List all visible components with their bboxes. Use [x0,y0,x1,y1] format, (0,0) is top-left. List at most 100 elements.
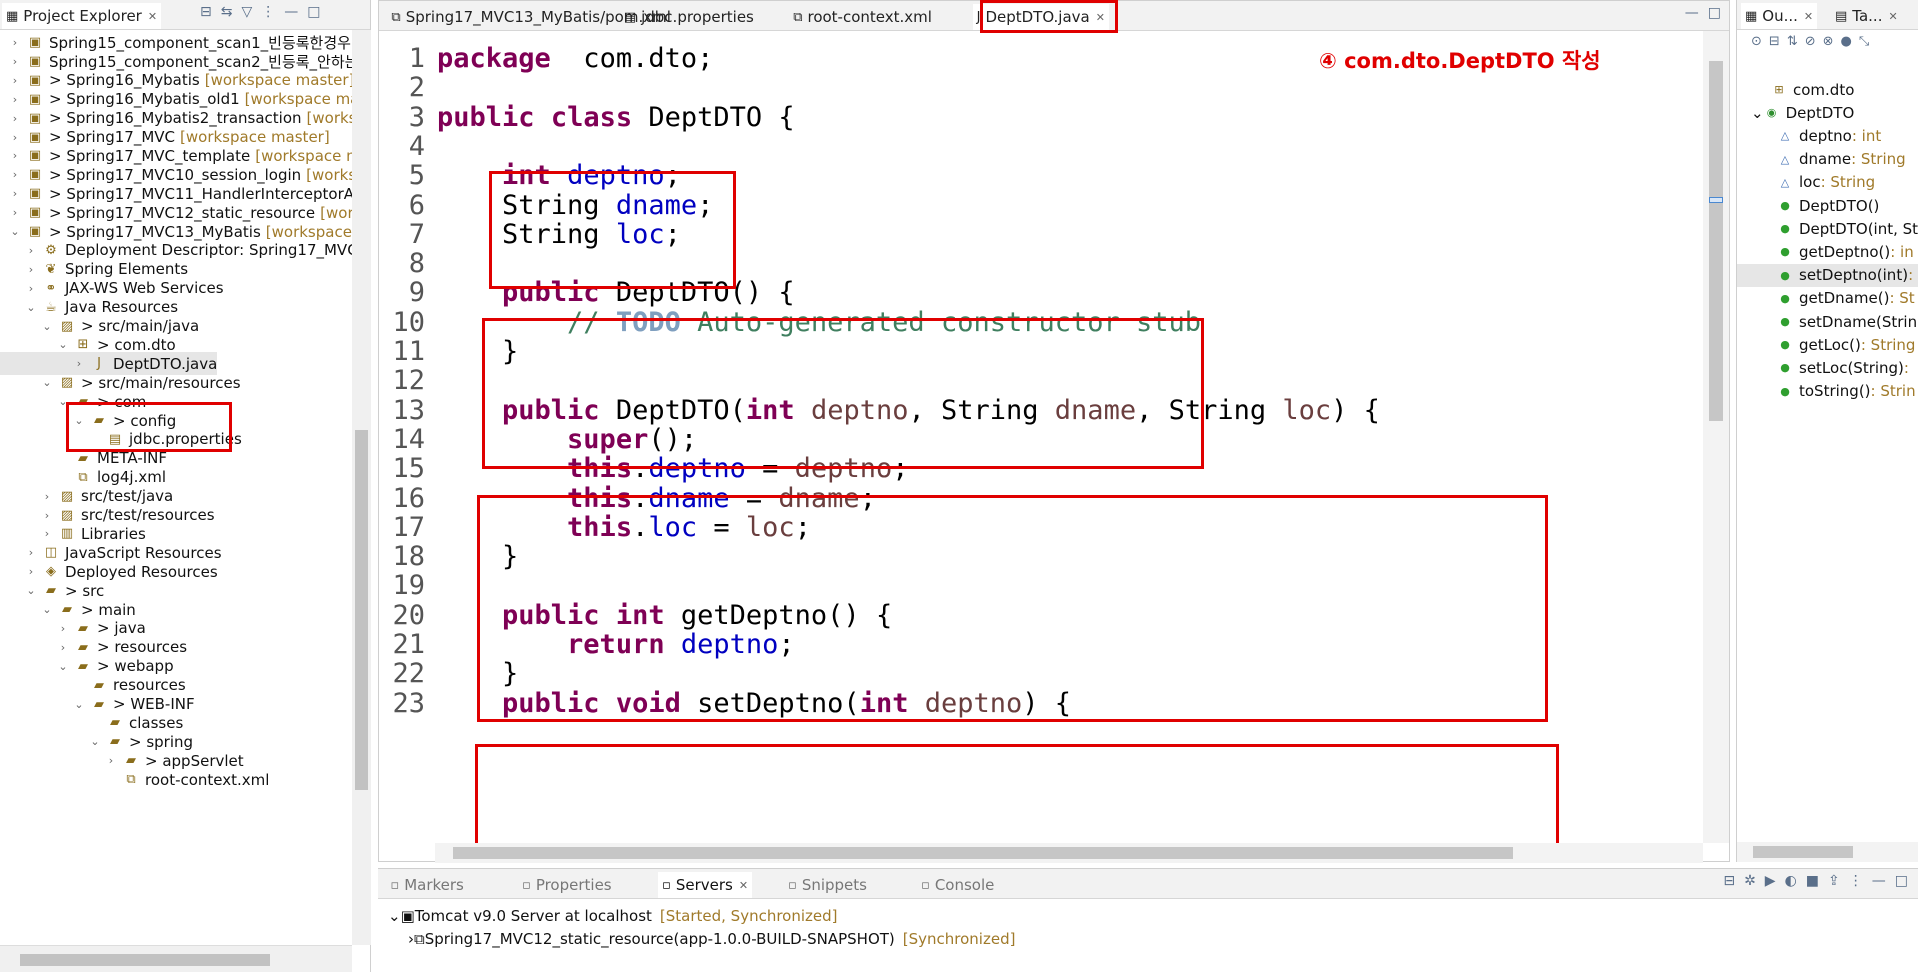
outline-item[interactable]: △ dname : String [1737,148,1918,171]
outline-item[interactable]: ⌄ ◉ DeptDTO [1737,101,1918,124]
link-editor-icon[interactable]: ⇆ [221,4,233,20]
bottom-tab[interactable]: ▫ Servers ✕ [658,872,753,898]
outline-item[interactable]: ● toString() : Strin [1737,380,1918,403]
filter-icon[interactable]: ▽ [241,4,252,20]
overview-marker[interactable] [1709,197,1723,203]
outline-horizontal-scrollbar[interactable] [1737,842,1918,862]
expand-toggle-icon[interactable]: ⌄ [88,735,102,748]
expand-toggle-icon[interactable]: › [8,36,22,49]
start-icon[interactable]: ▶ [1765,873,1776,889]
expand-toggle-icon[interactable]: › [40,527,54,540]
code-area[interactable]: 1 2 3 4 5 6 7 8 9 10 11 12 13 14 15 16 17 18 19 20 21 22 23 pa… [379,31,1729,843]
project-explorer-tab[interactable]: ▦ Project Explorer ✕ [2,3,162,29]
server-module[interactable]: › ⧉ Spring17_MVC12_static_resource(app-1… [408,928,1015,950]
close-icon[interactable]: ✕ [148,10,157,23]
vertical-scrollbar[interactable] [352,30,371,945]
outline-item[interactable]: ⊞ com.dto [1737,78,1918,101]
maximize-icon[interactable]: □ [1895,873,1908,889]
scroll-thumb[interactable] [1709,61,1723,421]
collapse-all-icon[interactable]: ⊟ [200,4,212,20]
expand-toggle-icon[interactable]: › [8,149,22,162]
horizontal-scrollbar[interactable] [0,945,352,972]
expand-toggle-icon[interactable]: › [8,187,22,200]
expand-toggle-icon[interactable]: ⌄ [388,907,401,925]
scroll-thumb[interactable] [20,954,270,966]
close-icon[interactable]: ✕ [1888,10,1897,23]
outline-item[interactable]: △ deptno : int [1737,124,1918,147]
bottom-tab[interactable]: ▫ Console [917,872,998,898]
expand-toggle-icon[interactable]: ⌄ [24,301,38,314]
scroll-thumb[interactable] [453,847,1513,859]
scroll-thumb[interactable] [1753,846,1853,858]
view-menu-icon[interactable]: ⋮ [261,4,275,20]
expand-toggle-icon[interactable]: › [40,509,54,522]
server-item[interactable]: ⌄ ▣ Tomcat v9.0 Server at localhost [Star… [388,905,838,927]
editor-tab[interactable]: ⧉ root-context.xml [789,4,936,30]
expand-toggle-icon[interactable]: › [8,93,22,106]
expand-toggle-icon[interactable]: ⌄ [24,584,38,597]
expand-toggle-icon[interactable]: › [56,622,70,635]
hide-static-icon[interactable]: ⊗ [1823,34,1834,49]
close-icon[interactable]: ✕ [1804,10,1813,23]
close-icon[interactable]: ✕ [739,879,748,892]
bottom-tab[interactable]: ▫ Snippets [784,872,871,898]
outline-tab[interactable]: ▤ Ta... ✕ [1831,3,1902,29]
expand-toggle-icon[interactable]: › [72,357,86,370]
expand-toggle-icon[interactable]: › [8,168,22,181]
outline-item[interactable]: ● getDname() : St [1737,287,1918,310]
expand-toggle-icon[interactable]: › [8,55,22,68]
expand-toggle-icon[interactable]: ⌄ [8,225,22,238]
profile-icon[interactable]: ◐ [1785,873,1797,889]
minimize-icon[interactable]: — [284,4,298,20]
expand-toggle-icon[interactable]: › [8,206,22,219]
collapse-all-icon[interactable]: ⊟ [1769,34,1780,49]
maximize-icon[interactable]: □ [307,4,320,20]
bottom-tab[interactable]: ▫ Markers [386,872,467,898]
outline-item[interactable]: ● setDname(Strin [1737,310,1918,333]
expand-toggle-icon[interactable]: › [40,490,54,503]
expand-toggle-icon[interactable]: › [104,754,118,767]
expand-toggle-icon[interactable]: ⌄ [1751,104,1764,122]
outline-item[interactable]: ● DeptDTO() [1737,194,1918,217]
code-line[interactable]: public class DeptDTO { [437,100,795,136]
outline-item[interactable]: ● setDeptno(int) : [1737,263,1918,287]
scroll-thumb[interactable] [355,430,368,790]
expand-toggle-icon[interactable]: › [24,565,38,578]
focus-icon[interactable]: ⊙ [1751,34,1762,49]
outline-item[interactable]: ● getLoc() : String [1737,333,1918,356]
collapse-icon[interactable]: ⊟ [1723,873,1735,889]
outline-item[interactable]: △ loc : String [1737,171,1918,194]
code-line[interactable]: package com.dto; [437,41,713,77]
expand-toggle-icon[interactable]: › [56,641,70,654]
expand-toggle-icon[interactable]: › [24,244,38,257]
expand-toggle-icon[interactable]: ⌄ [72,698,86,711]
expand-toggle-icon[interactable]: ⌄ [40,603,54,616]
view-menu-icon[interactable]: ⋮ [1849,873,1863,889]
outline-tab[interactable]: ▦ Ou... ✕ [1741,3,1818,29]
expand-toggle-icon[interactable]: ⌄ [40,376,54,389]
expand-toggle-icon[interactable]: › [8,112,22,125]
outline-item[interactable]: ● setLoc(String) : [1737,356,1918,379]
maximize-icon[interactable]: □ [1708,5,1721,21]
outline-item[interactable]: ● DeptDTO(int, St [1737,217,1918,240]
outline-item[interactable]: ● getDeptno() : in [1737,240,1918,263]
tree-item[interactable]: ⧉ root-context.xml [0,768,269,791]
expand-toggle-icon[interactable]: ⌄ [56,338,70,351]
bottom-tab[interactable]: ▫ Properties [518,872,616,898]
hide-fields-icon[interactable]: ⊘ [1805,34,1816,49]
debug-icon[interactable]: ✲ [1744,873,1756,889]
link-editor-icon[interactable]: ⤡ [1859,34,1869,49]
expand-toggle-icon[interactable]: › [8,74,22,87]
sort-icon[interactable]: ⇅ [1787,34,1798,49]
hide-nonpublic-icon[interactable]: ● [1841,34,1852,49]
expand-toggle-icon[interactable]: › [24,546,38,559]
expand-toggle-icon[interactable]: › [24,282,38,295]
minimize-icon[interactable]: — [1872,873,1886,889]
stop-icon[interactable]: ■ [1806,873,1819,889]
expand-toggle-icon[interactable]: ⌄ [40,320,54,333]
minimize-icon[interactable]: — [1685,5,1699,21]
editor-tab[interactable]: ▤ jdbc.properties [620,4,758,30]
expand-toggle-icon[interactable]: ⌄ [56,660,70,673]
editor-vertical-scrollbar[interactable] [1703,31,1729,843]
expand-toggle-icon[interactable]: › [24,263,38,276]
